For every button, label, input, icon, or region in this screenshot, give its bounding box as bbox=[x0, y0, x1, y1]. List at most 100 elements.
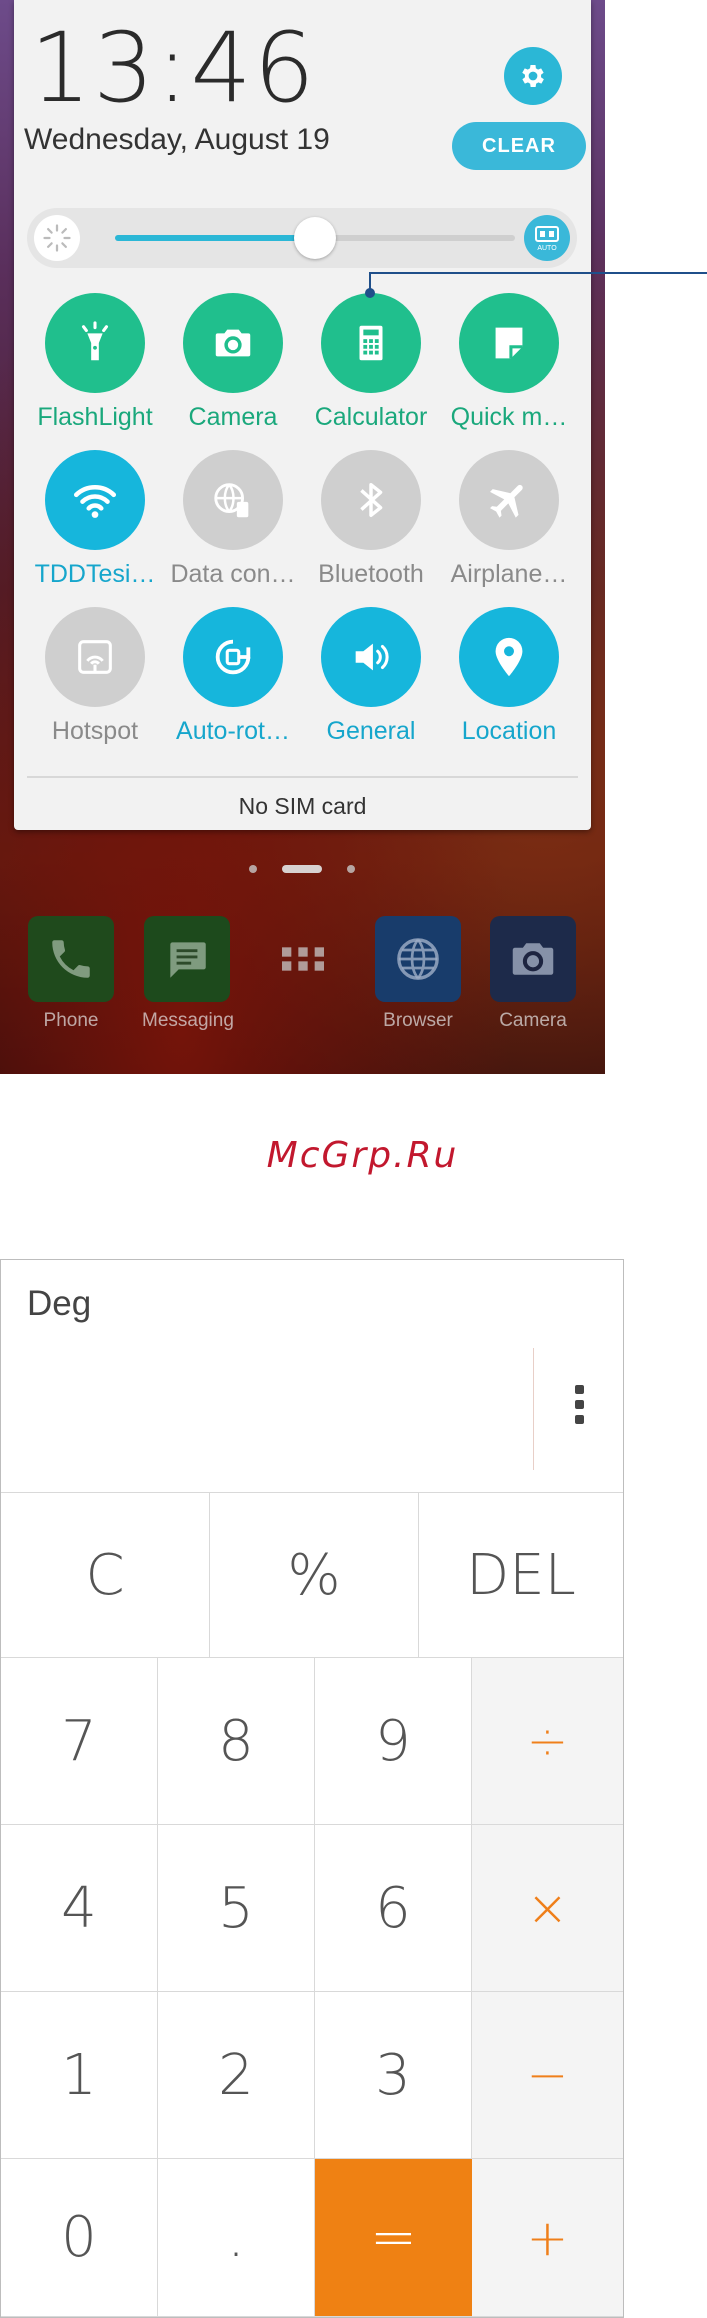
brightness-icon bbox=[34, 215, 80, 261]
quick-tile-camera[interactable]: Camera bbox=[164, 293, 302, 432]
quick-tile-data-connection[interactable]: Data con… bbox=[164, 450, 302, 589]
display-separator bbox=[533, 1348, 534, 1470]
multiply-key[interactable]: × bbox=[472, 1825, 623, 1992]
quick-tile-label: Hotspot bbox=[51, 717, 139, 745]
gear-icon bbox=[522, 65, 544, 87]
messaging-icon bbox=[144, 916, 230, 1002]
quick-tile-hotspot[interactable]: Hotspot bbox=[26, 607, 164, 746]
hotspot-icon bbox=[72, 634, 118, 680]
quick-tile-button[interactable] bbox=[45, 450, 145, 550]
dock-item-label: Browser bbox=[383, 1010, 453, 1031]
quick-tile-calculator[interactable]: Calculator bbox=[302, 293, 440, 432]
phone-icon bbox=[28, 916, 114, 1002]
airplane-icon bbox=[486, 477, 532, 523]
decimal-key[interactable]: . bbox=[158, 2159, 315, 2317]
brightness-fill bbox=[115, 235, 315, 241]
quick-tile-button[interactable] bbox=[459, 607, 559, 707]
quick-tile-label: Data con… bbox=[170, 560, 296, 588]
quick-tile-button[interactable] bbox=[183, 293, 283, 393]
clear-key[interactable]: C bbox=[1, 1492, 210, 1658]
quick-tile-label: Airplane… bbox=[450, 560, 568, 588]
watermark: McGrp.Ru bbox=[266, 1135, 459, 1176]
quick-tile-button[interactable] bbox=[321, 607, 421, 707]
dock-item-browser[interactable]: Browser bbox=[373, 916, 463, 1032]
page-indicator bbox=[0, 861, 605, 877]
quick-tile-button[interactable] bbox=[183, 607, 283, 707]
clock: 13:46 bbox=[30, 12, 317, 124]
quick-tile-bluetooth[interactable]: Bluetooth bbox=[302, 450, 440, 589]
digit-4-key[interactable]: 4 bbox=[1, 1825, 158, 1992]
auto-brightness-icon: AUTO bbox=[535, 226, 559, 252]
brightness-bar: AUTO bbox=[27, 208, 577, 268]
digit-5-key[interactable]: 5 bbox=[158, 1825, 315, 1992]
quick-tile-auto-rotate[interactable]: Auto-rot… bbox=[164, 607, 302, 746]
percent-key[interactable]: % bbox=[210, 1492, 419, 1658]
dock-item-label: Messaging bbox=[142, 1010, 234, 1031]
digit-0-key[interactable]: 0 bbox=[1, 2159, 158, 2317]
quick-tile-button[interactable] bbox=[183, 450, 283, 550]
quick-tile-button[interactable] bbox=[459, 450, 559, 550]
sound-icon bbox=[348, 634, 394, 680]
divider bbox=[27, 776, 578, 778]
quick-tile-label: Location bbox=[461, 717, 557, 745]
quick-tile-button[interactable] bbox=[321, 450, 421, 550]
digit-3-key[interactable]: 3 bbox=[315, 1992, 472, 2159]
quick-tile-label: Auto-rot… bbox=[176, 717, 290, 745]
date-label: Wednesday, August 19 bbox=[24, 123, 330, 156]
camera-icon bbox=[210, 320, 256, 366]
quick-tile-quick-memo[interactable]: Quick m… bbox=[440, 293, 578, 432]
quick-tile-flashlight[interactable]: FlashLight bbox=[26, 293, 164, 432]
calculator-display: Deg bbox=[1, 1260, 623, 1492]
digit-1-key[interactable]: 1 bbox=[1, 1992, 158, 2159]
settings-button[interactable] bbox=[504, 47, 562, 105]
quick-tile-location[interactable]: Location bbox=[440, 607, 578, 746]
auto-label: AUTO bbox=[537, 245, 557, 252]
plus-key[interactable]: + bbox=[472, 2159, 623, 2317]
angle-mode-label[interactable]: Deg bbox=[27, 1284, 91, 1324]
quick-tile-wifi[interactable]: TDDTesi… bbox=[26, 450, 164, 589]
quick-tile-sound[interactable]: General bbox=[302, 607, 440, 746]
browser-icon bbox=[375, 916, 461, 1002]
divide-key[interactable]: ÷ bbox=[472, 1658, 623, 1825]
quick-tile-label: General bbox=[326, 717, 416, 745]
quick-tile-label: TDDTesi… bbox=[34, 560, 156, 588]
equals-key[interactable]: = bbox=[315, 2159, 472, 2317]
quick-tile-label: Calculator bbox=[314, 403, 428, 431]
more-options-button[interactable] bbox=[569, 1385, 589, 1435]
auto-brightness-button[interactable]: AUTO bbox=[524, 215, 570, 261]
dock-item-phone[interactable]: Phone bbox=[26, 916, 116, 1032]
quick-tile-button[interactable] bbox=[321, 293, 421, 393]
quick-tile-button[interactable] bbox=[45, 293, 145, 393]
sim-status: No SIM card bbox=[238, 793, 367, 819]
dock-item-app-drawer[interactable] bbox=[258, 916, 348, 1010]
quick-tile-label: Camera bbox=[188, 403, 278, 431]
quick-memo-icon bbox=[486, 320, 532, 366]
wifi-icon bbox=[70, 475, 120, 525]
app-drawer-icon bbox=[260, 916, 346, 1002]
flashlight-icon bbox=[72, 320, 118, 366]
quick-tile-label: FlashLight bbox=[37, 403, 153, 431]
more-vert-icon bbox=[574, 1385, 584, 1394]
dock-item-label: Camera bbox=[499, 1010, 567, 1031]
dock-item-messaging[interactable]: Messaging bbox=[142, 916, 234, 1032]
dock-item-camera[interactable]: Camera bbox=[488, 916, 578, 1032]
digit-2-key[interactable]: 2 bbox=[158, 1992, 315, 2159]
quick-tile-label: Quick m… bbox=[450, 403, 568, 431]
auto-rotate-icon bbox=[210, 634, 256, 680]
digit-9-key[interactable]: 9 bbox=[315, 1658, 472, 1825]
clear-notifications-button[interactable]: CLEAR bbox=[452, 122, 586, 170]
quick-tile-button[interactable] bbox=[459, 293, 559, 393]
delete-key[interactable]: DEL bbox=[419, 1492, 623, 1658]
digit-6-key[interactable]: 6 bbox=[315, 1825, 472, 1992]
location-icon bbox=[486, 634, 532, 680]
minus-key[interactable]: − bbox=[472, 1992, 623, 2159]
quick-tile-airplane[interactable]: Airplane… bbox=[440, 450, 578, 589]
data-connection-icon bbox=[210, 477, 256, 523]
brightness-thumb[interactable] bbox=[294, 217, 336, 259]
camera-icon bbox=[490, 916, 576, 1002]
quick-tile-button[interactable] bbox=[45, 607, 145, 707]
dock-item-label: Phone bbox=[43, 1010, 99, 1031]
digit-8-key[interactable]: 8 bbox=[158, 1658, 315, 1825]
digit-7-key[interactable]: 7 bbox=[1, 1658, 158, 1825]
quick-tile-label: Bluetooth bbox=[318, 560, 424, 588]
